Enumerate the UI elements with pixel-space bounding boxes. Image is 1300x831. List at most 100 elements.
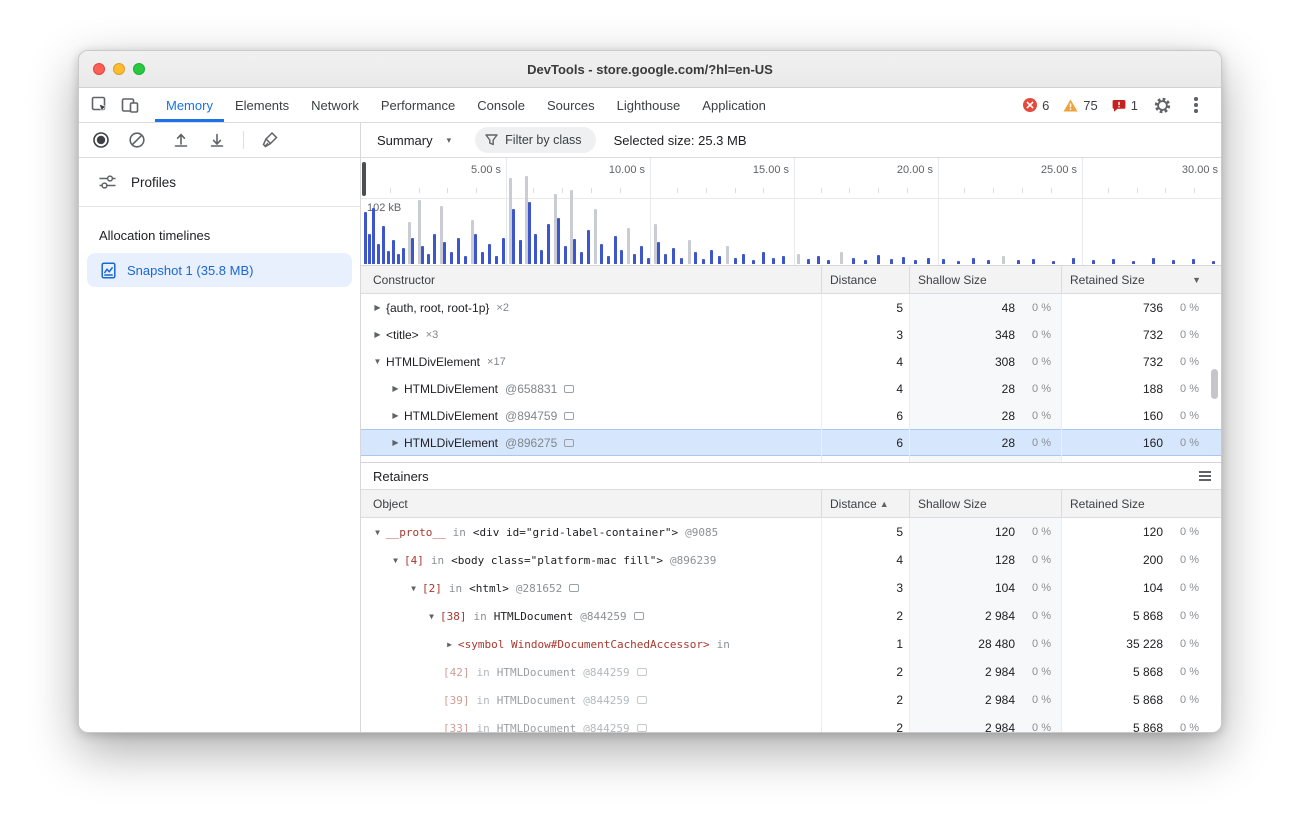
allocation-bar [464,256,467,264]
vertical-scrollbar-thumb[interactable] [1211,369,1218,399]
allocation-bar [387,251,390,264]
reveal-icon[interactable] [564,439,574,447]
warning-badge[interactable]: 75 [1058,98,1102,113]
constructor-cell: ▶HTMLDivElement@894759 [361,402,821,429]
inspect-element-button[interactable] [85,88,115,122]
reveal-icon[interactable] [637,668,647,676]
allocation-bar [672,248,675,264]
tab-console[interactable]: Console [466,88,536,122]
titlebar[interactable]: DevTools - store.google.com/?hl=en-US [79,51,1221,88]
allocation-bar [864,260,867,264]
shallow-size-column-header[interactable]: Shallow Size [909,266,1061,293]
record-heap-button[interactable] [87,131,115,149]
object-column-header[interactable]: Object [361,490,821,517]
retainers-table-body: ▼__proto__in<div id="grid-label-containe… [361,518,1221,732]
kebab-menu-button[interactable] [1181,97,1211,113]
tab-network[interactable]: Network [300,88,370,122]
allocation-bar [377,244,380,264]
clear-profiles-button[interactable] [123,131,151,149]
collapsed-arrow-icon[interactable]: ▶ [389,438,402,447]
collapsed-arrow-icon[interactable]: ▶ [389,411,402,420]
collapsed-arrow-icon[interactable]: ▶ [371,330,384,339]
device-toolbar-button[interactable] [115,88,145,122]
retained-size-cell: 1600 % [1061,402,1209,429]
retainer-object-cell: [42]inHTMLDocument@844259 [361,658,821,686]
tab-sources[interactable]: Sources [536,88,606,122]
constructor-row[interactable]: ▶HTMLDivElement@8947596280 %1600 % [361,402,1221,429]
constructor-row[interactable]: ▼HTMLDivElement×1743080 %7320 % [361,348,1221,375]
retainers-shallow-column-header[interactable]: Shallow Size [909,490,1061,517]
error-badge[interactable]: 6 [1018,98,1054,113]
class-filter-input[interactable]: Filter by class [475,127,595,153]
retainers-distance-column-header[interactable]: Distance▲ [821,490,909,517]
retained-size-column-header[interactable]: Retained Size▼ [1061,266,1209,293]
retainers-section-header[interactable]: Retainers [361,462,1221,490]
minimize-window-button[interactable] [113,63,125,75]
sidebar-item-snapshot-1[interactable]: Snapshot 1 (35.8 MB) [87,253,352,287]
profiles-section-header[interactable]: Profiles [79,158,360,207]
close-window-button[interactable] [93,63,105,75]
selection-handle-left[interactable] [362,162,366,196]
distance-cell: 2 [821,714,909,732]
allocation-timeline-overview[interactable]: 5.00 s10.00 s15.00 s20.00 s25.00 s30.00 … [361,158,1221,266]
reveal-icon[interactable] [564,412,574,420]
reveal-icon[interactable] [564,385,574,393]
expanded-arrow-icon[interactable]: ▼ [371,528,384,537]
tab-memory[interactable]: Memory [155,88,224,122]
constructor-row[interactable]: ▶HTMLDivElement@8962756280 %1600 % [361,429,1221,456]
zoom-window-button[interactable] [133,63,145,75]
retainer-row[interactable]: ▼[2]in<html>@28165231040 %1040 % [361,574,1221,602]
retained-size-cell: 5 8680 % [1061,686,1209,714]
expanded-arrow-icon[interactable]: ▼ [389,556,402,565]
tab-elements[interactable]: Elements [224,88,300,122]
retained-size-cell: 1880 % [1061,375,1209,402]
retainer-row[interactable]: [39]inHTMLDocument@84425922 9840 %5 8680… [361,686,1221,714]
tune-icon [99,175,116,189]
reveal-icon[interactable] [637,696,647,704]
retained-size-cell: 1040 % [1061,574,1209,602]
retainer-row[interactable]: ▼__proto__in<div id="grid-label-containe… [361,518,1221,546]
object-id: @894759 [505,409,557,423]
kebab-icon [1194,97,1198,113]
retainer-row[interactable]: [42]inHTMLDocument@84425922 9840 %5 8680… [361,658,1221,686]
collapsed-arrow-icon[interactable]: ▶ [443,640,456,649]
reveal-icon[interactable] [569,584,579,592]
reveal-icon[interactable] [637,724,647,732]
retainer-row[interactable]: [33]inHTMLDocument@84425922 9840 %5 8680… [361,714,1221,732]
retainer-row[interactable]: ▼[38]inHTMLDocument@84425922 9840 %5 868… [361,602,1221,630]
collapsed-arrow-icon[interactable]: ▶ [389,384,402,393]
distance-cell: 5 [821,294,909,321]
distance-column-header[interactable]: Distance [821,266,909,293]
expanded-arrow-icon[interactable]: ▼ [425,612,438,621]
tab-performance[interactable]: Performance [370,88,466,122]
expanded-arrow-icon[interactable]: ▼ [371,357,384,366]
retainer-row[interactable]: ▶<symbol Window#DocumentCachedAccessor>i… [361,630,1221,658]
tab-application[interactable]: Application [691,88,777,122]
perspective-select[interactable]: Summary ▾ [371,129,457,152]
collapsed-arrow-icon[interactable]: ▶ [371,303,384,312]
reveal-icon[interactable] [634,612,644,620]
load-profile-button[interactable] [167,131,195,149]
expanded-arrow-icon[interactable]: ▼ [407,584,420,593]
settings-gear-button[interactable] [1147,96,1177,115]
constructor-column-header[interactable]: Constructor [361,266,821,293]
clear-all-button[interactable] [256,131,284,149]
constructor-row[interactable]: ▶{auth, root, root-1p}×25480 %7360 % [361,294,1221,321]
constructor-row[interactable]: ▶<title>×333480 %7320 % [361,321,1221,348]
distance-cell: 5 [821,518,909,546]
allocation-bar [392,240,395,264]
issues-badge[interactable]: 1 [1107,98,1143,113]
constructor-cell: ▶{auth, root, root-1p}×2 [361,294,821,321]
retainer-row[interactable]: ▼[4]in<body class="platform-mac fill">@8… [361,546,1221,574]
constructor-row[interactable]: ▶HTMLDivElement@6588314280 %1880 % [361,375,1221,402]
retainers-menu-icon[interactable] [1199,471,1211,481]
constructor-name: HTMLDivElement [404,436,498,450]
retainers-retained-column-header[interactable]: Retained Size [1061,490,1209,517]
allocation-bar [528,202,531,264]
retainer-target: HTMLDocument [497,694,576,707]
tab-lighthouse[interactable]: Lighthouse [606,88,692,122]
distance-cell: 3 [821,321,909,348]
allocation-bar [1112,259,1115,264]
allocation-bar [914,260,917,264]
save-profile-button[interactable] [203,131,231,149]
